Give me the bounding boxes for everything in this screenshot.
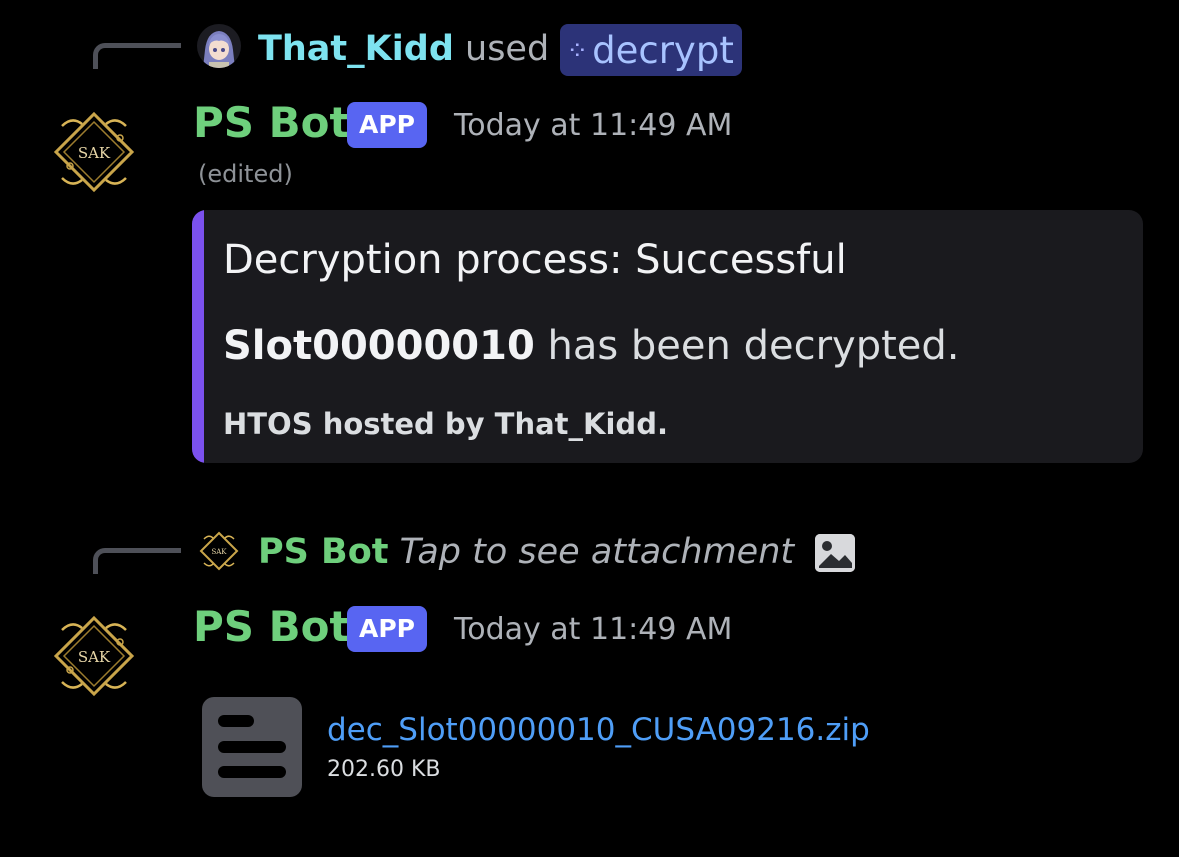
app-badge: APP xyxy=(347,606,427,652)
that-kidd-avatar[interactable] xyxy=(197,24,241,68)
ps-bot-avatar[interactable]: SAK xyxy=(48,610,140,702)
attachment-file-size: 202.60 KB xyxy=(327,757,441,782)
reply-line-2: PS Bot Tap to see attachment xyxy=(258,530,856,574)
reply-line-1: That_Kidd used ⁘ decrypt xyxy=(258,24,742,76)
embed-title: Decryption process: Successful xyxy=(223,237,847,283)
embed-card: Decryption process: Successful Slot00000… xyxy=(192,210,1143,463)
embed-slot-name: Slot00000010 xyxy=(223,323,535,369)
attachment-file-link[interactable]: dec_Slot00000010_CUSA09216.zip xyxy=(327,710,870,750)
author-name[interactable]: PS Bot xyxy=(193,602,350,652)
command-name: decrypt xyxy=(592,29,734,72)
message-timestamp: Today at 11:49 AM xyxy=(454,108,733,143)
svg-text:SAK: SAK xyxy=(211,548,227,556)
reply-connector xyxy=(93,548,181,574)
ps-bot-small-avatar[interactable]: SAK xyxy=(197,529,241,573)
embed-footer: HTOS hosted by That_Kidd. xyxy=(223,407,668,441)
app-command-icon: ⁘ xyxy=(566,36,589,66)
attachment-preview-text[interactable]: Tap to see attachment xyxy=(400,532,795,572)
reply-used-text: used xyxy=(465,29,550,69)
ps-bot-avatar[interactable]: SAK xyxy=(48,106,140,198)
reply-username[interactable]: PS Bot xyxy=(258,532,389,572)
embed-description: Slot00000010 has been decrypted. xyxy=(223,320,960,372)
reply-username[interactable]: That_Kidd xyxy=(258,29,454,69)
svg-text:SAK: SAK xyxy=(78,648,111,666)
app-badge: APP xyxy=(347,102,427,148)
image-icon xyxy=(815,534,856,572)
command-pill[interactable]: ⁘ decrypt xyxy=(560,24,742,76)
svg-text:SAK: SAK xyxy=(78,144,111,162)
reply-connector xyxy=(93,43,181,69)
message-timestamp: Today at 11:49 AM xyxy=(454,612,733,647)
embed-desc-text: has been decrypted. xyxy=(534,323,960,369)
file-document-icon[interactable] xyxy=(202,697,302,797)
edited-label: (edited) xyxy=(198,160,293,188)
embed-accent-bar xyxy=(192,210,204,463)
author-name[interactable]: PS Bot xyxy=(193,98,350,148)
